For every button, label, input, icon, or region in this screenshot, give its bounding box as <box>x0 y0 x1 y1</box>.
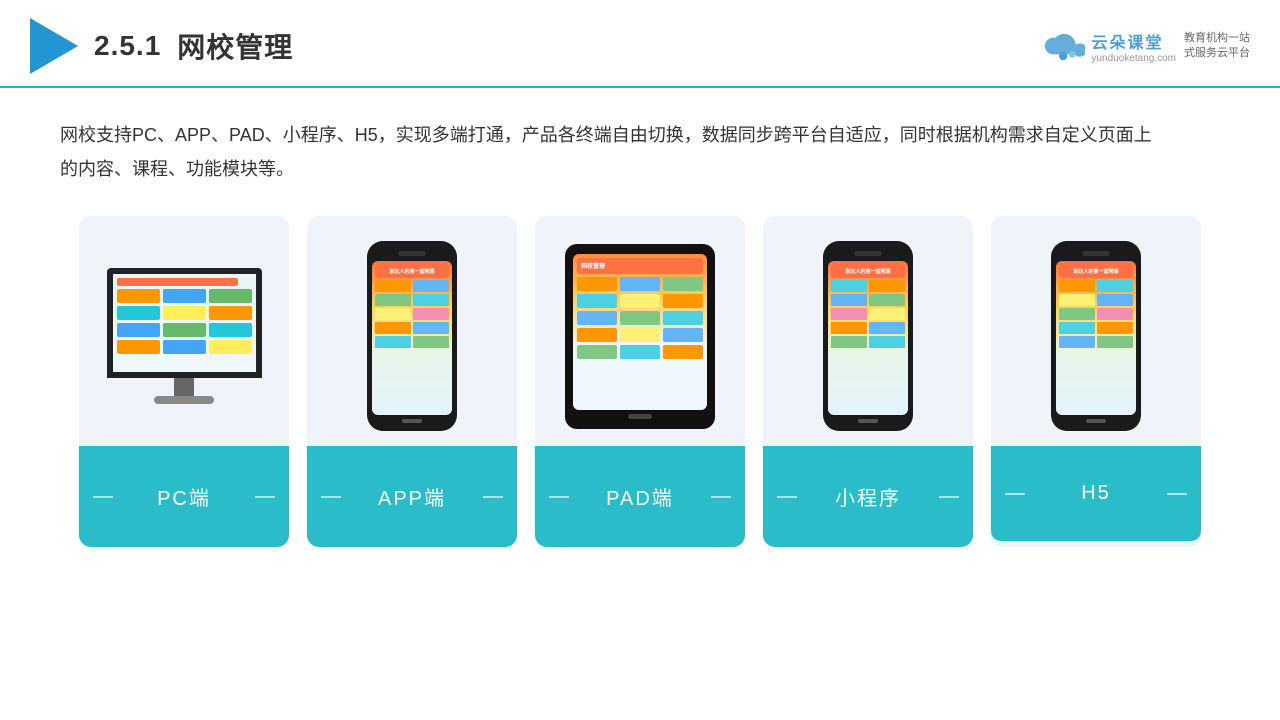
app-label-text: APP端 <box>378 482 446 511</box>
brand-url: yunduoketang.com <box>1091 53 1176 64</box>
h5-card: 职达人的第一堂网课 <box>991 216 1201 547</box>
main-content: 网校支持PC、APP、PAD、小程序、H5，实现多端打通，产品各终端自由切换，数… <box>0 88 1280 567</box>
brand-tagline: 教育机构一站式服务云平台 <box>1184 31 1250 62</box>
h5-label-text: H5 <box>1081 482 1111 505</box>
app-label: APP端 <box>307 446 517 547</box>
pc-label: PC端 <box>79 446 289 547</box>
cloud-icon <box>1043 31 1085 61</box>
phone-home-btn <box>402 419 422 423</box>
miniprogram-card: 职达人的第一堂网课 <box>763 216 973 547</box>
pad-label: PAD端 <box>535 446 745 547</box>
pc-card: PC端 <box>79 216 289 547</box>
brand-text: 云朵课堂 yunduoketang.com <box>1091 29 1176 64</box>
phone-notch <box>398 251 426 256</box>
tablet-screen: 网校管理 <box>573 254 707 410</box>
monitor-screen <box>107 268 262 378</box>
pc-image-area <box>79 216 289 446</box>
pad-card: 网校管理 <box>535 216 745 547</box>
tablet-home-btn <box>628 414 652 419</box>
page-title-main: 网校管理 <box>177 26 293 66</box>
header-right: 云朵课堂 yunduoketang.com 教育机构一站式服务云平台 <box>1043 29 1250 64</box>
monitor-neck <box>174 378 194 396</box>
brand-name: 云朵课堂 <box>1091 29 1163 53</box>
miniprogram-image-area: 职达人的第一堂网课 <box>763 216 973 446</box>
phone-home-mini <box>858 419 878 423</box>
phone-notch-h5 <box>1082 251 1110 256</box>
page-header: 2.5.1 网校管理 云朵课堂 yunduoketang.com 教育机构一站式… <box>0 0 1280 88</box>
pad-label-text: PAD端 <box>606 482 674 511</box>
phone-screen: 职达人的第一堂网课 <box>372 261 452 415</box>
monitor-base <box>154 396 214 404</box>
app-card: 职达人的第一堂网课 <box>307 216 517 547</box>
h5-image-area: 职达人的第一堂网课 <box>991 216 1201 446</box>
header-left: 2.5.1 网校管理 <box>30 18 293 74</box>
phone-screen-h5: 职达人的第一堂网课 <box>1056 261 1136 415</box>
page-title: 2.5.1 <box>94 30 161 62</box>
pad-image-area: 网校管理 <box>535 216 745 446</box>
phone-notch-mini <box>854 251 882 256</box>
monitor-mockup <box>99 268 269 404</box>
miniprogram-label-text: 小程序 <box>835 482 901 511</box>
description-text: 网校支持PC、APP、PAD、小程序、H5，实现多端打通，产品各终端自由切换，数… <box>60 118 1160 186</box>
phone-screen-mini: 职达人的第一堂网课 <box>828 261 908 415</box>
phone-mockup-mini: 职达人的第一堂网课 <box>823 241 913 431</box>
tablet-mockup: 网校管理 <box>565 244 715 429</box>
app-image-area: 职达人的第一堂网课 <box>307 216 517 446</box>
phone-mockup-app: 职达人的第一堂网课 <box>367 241 457 431</box>
phone-home-h5 <box>1086 419 1106 423</box>
h5-label: H5 <box>991 446 1201 541</box>
phone-mockup-h5: 职达人的第一堂网课 <box>1051 241 1141 431</box>
pc-label-text: PC端 <box>157 482 211 511</box>
miniprogram-label: 小程序 <box>763 446 973 547</box>
logo-triangle-icon <box>30 18 78 74</box>
brand-logo: 云朵课堂 yunduoketang.com <box>1043 29 1176 64</box>
device-cards: PC端 职达人的第一堂网课 <box>60 216 1220 547</box>
